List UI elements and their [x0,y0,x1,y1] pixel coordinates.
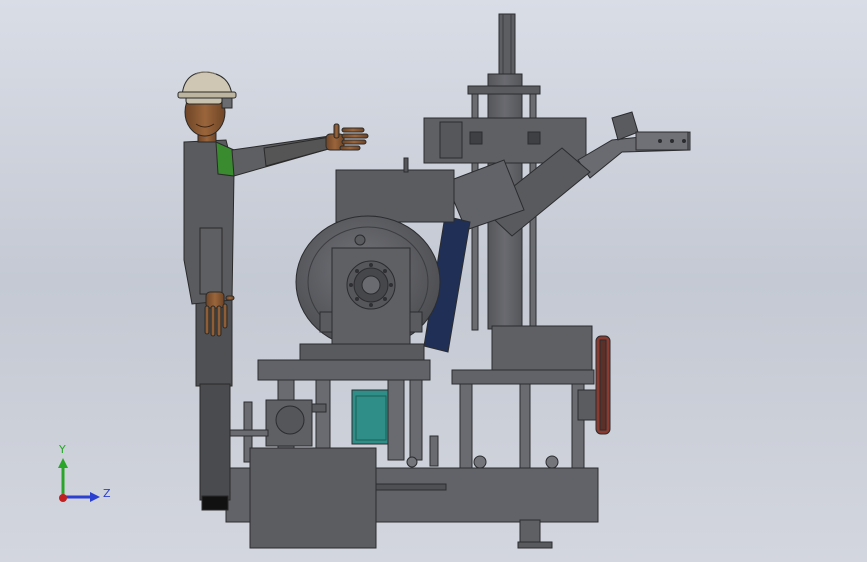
y-axis-label: Y [58,443,66,456]
top-cover[interactable] [335,157,455,223]
hard-hat[interactable] [177,71,237,99]
worker-arm-raised[interactable] [231,135,333,177]
z-axis-label: Z [103,487,111,500]
worker-hand-raised[interactable] [325,123,369,151]
orientation-triad: Y Z [58,443,111,502]
bearing-housing[interactable] [319,234,423,359]
cad-viewport[interactable]: Y Z [0,0,867,562]
z-axis-arrow [90,492,100,502]
y-axis-arrow [58,458,68,468]
machine-assembly[interactable] [217,13,691,549]
motor[interactable] [351,389,391,445]
gearbox[interactable] [217,399,327,447]
x-axis-origin [59,494,67,502]
output-bin[interactable] [249,447,377,549]
